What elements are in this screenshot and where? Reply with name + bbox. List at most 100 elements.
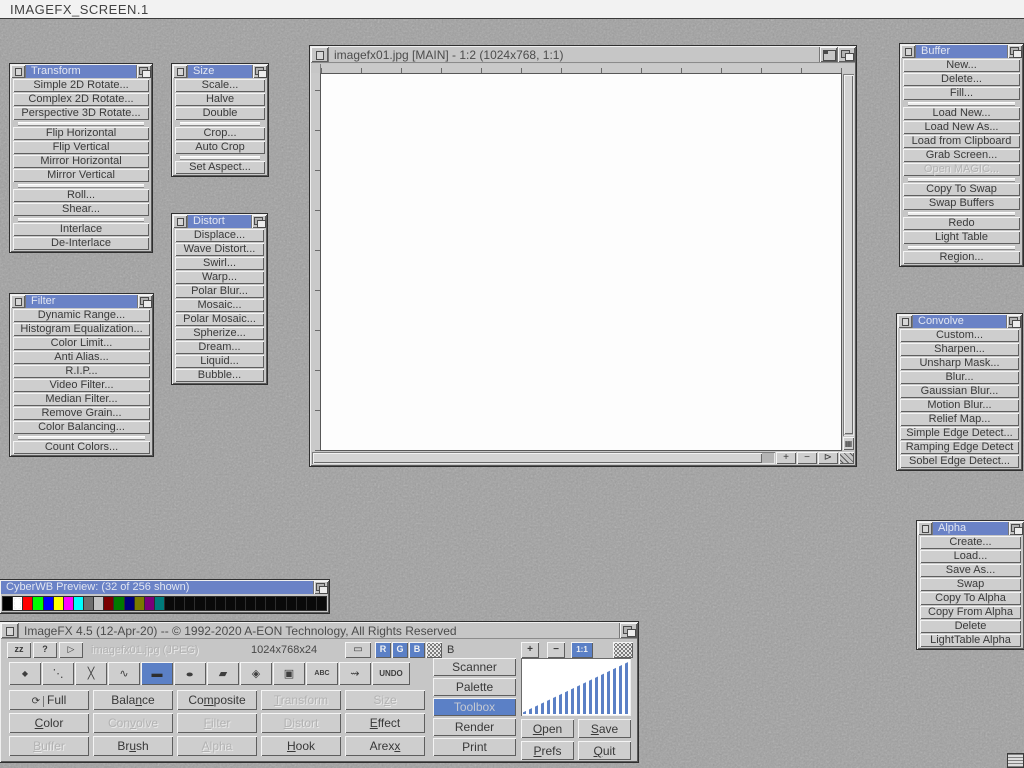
palette-button[interactable]: Sobel Edge Detect... <box>900 455 1019 468</box>
cyberwb-titlebar[interactable]: CyberWB Preview: (32 of 256 shown) <box>1 581 328 594</box>
palette-button[interactable]: Double <box>175 107 265 120</box>
color-swatch[interactable] <box>13 597 22 610</box>
color-swatch[interactable] <box>64 597 73 610</box>
convolve-titlebar[interactable]: Convolve <box>898 315 1021 328</box>
palette-button[interactable]: Flip Horizontal <box>13 127 149 140</box>
vertical-scrollbar[interactable] <box>843 74 854 436</box>
menu-transform-button[interactable]: Transform <box>261 690 341 710</box>
palette-button[interactable]: Wave Distort... <box>175 243 264 256</box>
color-swatch[interactable] <box>226 597 235 610</box>
palette-button[interactable]: Interlace <box>13 223 149 236</box>
palette-button[interactable]: Simple 2D Rotate... <box>13 79 149 92</box>
palette-button[interactable]: New... <box>903 59 1020 72</box>
close-icon[interactable] <box>901 45 916 58</box>
palette-button[interactable]: Mosaic... <box>175 299 264 312</box>
palette-button[interactable]: De-Interlace <box>13 237 149 250</box>
page-scanner-button[interactable]: Scanner <box>433 658 516 676</box>
palette-button[interactable]: Perspective 3D Rotate... <box>13 107 149 120</box>
depth-icon[interactable] <box>619 623 637 638</box>
color-swatch[interactable] <box>297 597 306 610</box>
palette-button[interactable]: Polar Blur... <box>175 285 264 298</box>
palette-button[interactable]: Complex 2D Rotate... <box>13 93 149 106</box>
page-render-button[interactable]: Render <box>433 718 516 736</box>
size-titlebar[interactable]: Size <box>173 65 267 78</box>
menu-full-button[interactable]: ⟳Full <box>9 690 89 710</box>
depth-icon[interactable] <box>313 581 328 594</box>
depth-icon[interactable] <box>1008 522 1023 535</box>
freehand-tool[interactable]: ⋱ <box>42 662 74 685</box>
palette-button[interactable]: Blur... <box>900 371 1019 384</box>
save-button[interactable]: Save <box>578 719 631 738</box>
palette-button[interactable]: Bubble... <box>175 369 264 382</box>
curve-tool[interactable]: ∿ <box>108 662 140 685</box>
close-icon[interactable] <box>173 65 188 78</box>
color-swatch[interactable] <box>246 597 255 610</box>
menu-convolve-button[interactable]: Convolve <box>93 713 173 733</box>
fill-shape-tool[interactable]: ◈ <box>240 662 272 685</box>
resize-handle-icon[interactable] <box>839 452 854 464</box>
close-icon[interactable] <box>11 295 26 308</box>
horizontal-scrollbar[interactable] <box>312 452 775 464</box>
help-button[interactable]: ? <box>33 642 57 658</box>
palette-button[interactable]: Mirror Horizontal <box>13 155 149 168</box>
image-canvas[interactable] <box>320 73 842 451</box>
palette-button[interactable]: Set Aspect... <box>175 161 265 174</box>
palette-button[interactable]: Copy To Swap <box>903 183 1020 196</box>
point-tool[interactable]: ◆ <box>9 662 41 685</box>
zoom-in-button[interactable]: + <box>776 452 796 464</box>
quit-button[interactable]: Quit <box>578 741 631 760</box>
color-swatch[interactable] <box>256 597 265 610</box>
distort-titlebar[interactable]: Distort <box>173 215 266 228</box>
filter-titlebar[interactable]: Filter <box>11 295 152 308</box>
palette-button[interactable]: Open MAGIC... <box>903 163 1020 176</box>
palette-button[interactable]: Ramping Edge Detect <box>900 441 1019 454</box>
palette-button[interactable]: Color Balancing... <box>13 421 150 434</box>
zoom-gadget-icon[interactable] <box>819 47 837 62</box>
palette-button[interactable]: Polar Mosaic... <box>175 313 264 326</box>
palette-button[interactable]: Light Table <box>903 231 1020 244</box>
palette-button[interactable]: Custom... <box>900 329 1019 342</box>
palette-button[interactable]: Spherize... <box>175 327 264 340</box>
zoom-out-button[interactable]: − <box>797 452 817 464</box>
palette-button[interactable]: Histogram Equalization... <box>13 323 150 336</box>
airbrush-tool[interactable]: ⇝ <box>339 662 371 685</box>
depth-icon[interactable] <box>837 47 855 62</box>
color-swatch[interactable] <box>145 597 154 610</box>
palette-button[interactable]: Swap <box>920 578 1021 591</box>
close-icon[interactable] <box>1 623 19 638</box>
color-swatch[interactable] <box>175 597 184 610</box>
palette-button[interactable]: Region... <box>903 251 1020 264</box>
palette-button[interactable]: Delete <box>920 620 1021 633</box>
alpha-titlebar[interactable]: Alpha <box>918 522 1023 535</box>
color-swatch[interactable] <box>185 597 194 610</box>
menu-filter-button[interactable]: Filter <box>177 713 257 733</box>
palette-button[interactable]: Dynamic Range... <box>13 309 150 322</box>
palette-button[interactable]: Shear... <box>13 203 149 216</box>
screen-mode-icon[interactable]: ▭ <box>345 642 371 658</box>
color-swatch[interactable] <box>216 597 225 610</box>
palette-button[interactable]: Remove Grain... <box>13 407 150 420</box>
page-toolbox-button[interactable]: Toolbox <box>433 698 516 716</box>
menu-color-button[interactable]: Color <box>9 713 89 733</box>
palette-button[interactable]: Crop... <box>175 127 265 140</box>
color-swatch[interactable] <box>3 597 12 610</box>
depth-icon[interactable] <box>136 65 151 78</box>
palette-button[interactable]: R.I.P... <box>13 365 150 378</box>
zoom-in-button[interactable]: + <box>521 642 539 658</box>
color-swatch[interactable] <box>287 597 296 610</box>
palette-button[interactable]: Swap Buffers <box>903 197 1020 210</box>
color-swatch[interactable] <box>276 597 285 610</box>
palette-button[interactable]: Halve <box>175 93 265 106</box>
palette-button[interactable]: Video Filter... <box>13 379 150 392</box>
horizontal-scroll-thumb[interactable] <box>313 453 762 463</box>
color-swatch[interactable] <box>125 597 134 610</box>
palette-button[interactable]: Unsharp Mask... <box>900 357 1019 370</box>
palette-button[interactable]: Relief Map... <box>900 413 1019 426</box>
color-swatch[interactable] <box>307 597 316 610</box>
palette-button[interactable]: Dream... <box>175 341 264 354</box>
palette-button[interactable]: Anti Alias... <box>13 351 150 364</box>
zoom-out-button[interactable]: − <box>547 642 565 658</box>
palette-button[interactable]: Warp... <box>175 271 264 284</box>
depth-icon[interactable] <box>137 295 152 308</box>
palette-button[interactable]: Grab Screen... <box>903 149 1020 162</box>
